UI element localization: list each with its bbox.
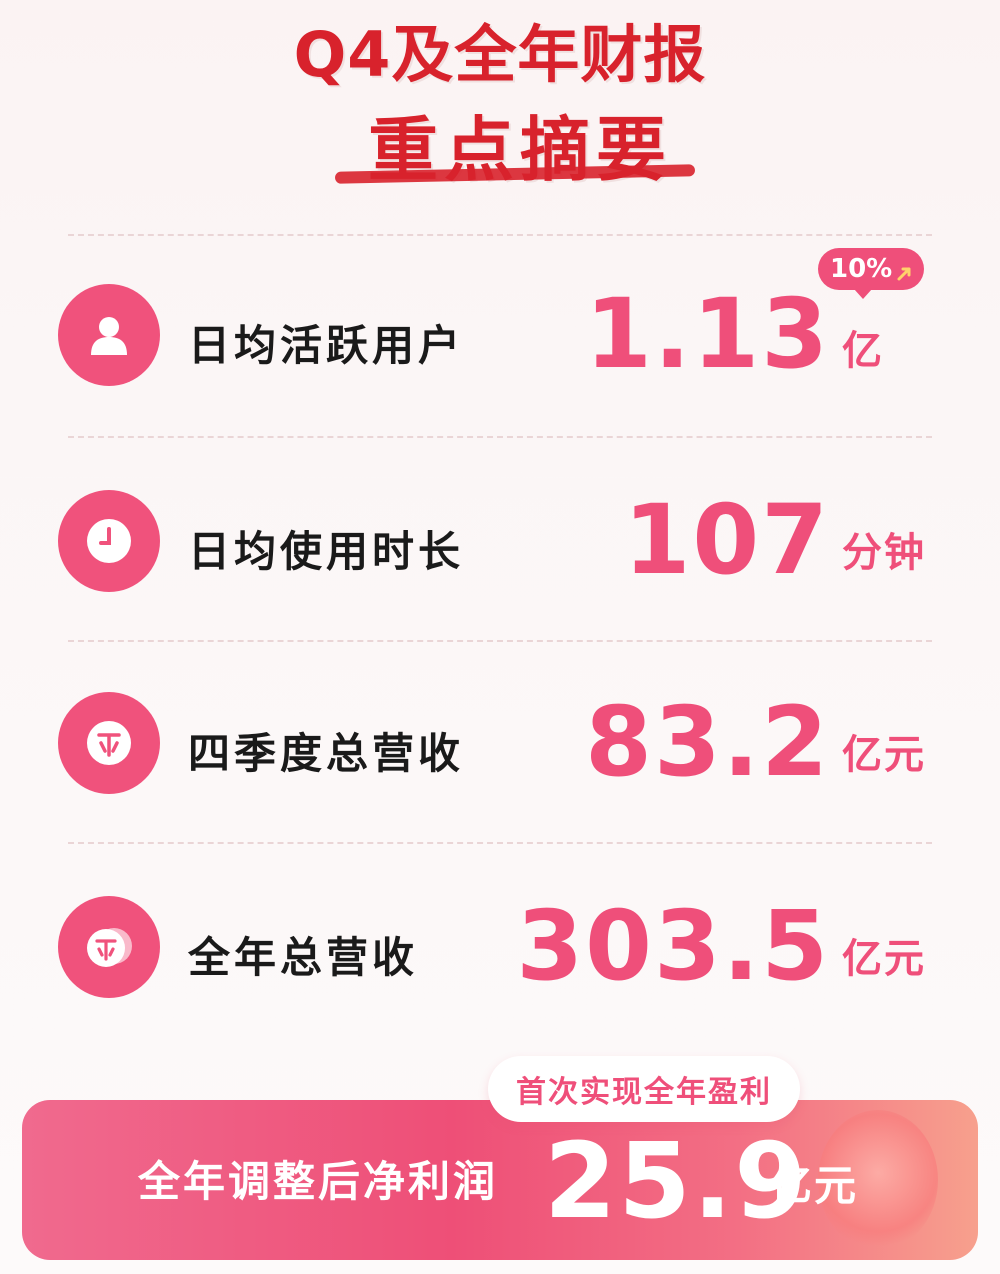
divider (68, 234, 932, 236)
user-icon (58, 284, 160, 386)
metric-unit-dau: 亿 (842, 328, 884, 374)
divider (68, 842, 932, 844)
clock-icon (58, 490, 160, 592)
metric-unit-usage: 分钟 (842, 530, 926, 576)
growth-badge-value: 10% (830, 254, 893, 284)
metric-value-q4-revenue: 83.2 (585, 686, 830, 798)
arrow-up-icon (896, 260, 914, 281)
metric-label-annual-revenue: 全年总营收 (188, 933, 419, 982)
profit-unit: 亿元 (770, 1161, 859, 1210)
metric-label-q4-revenue: 四季度总营收 (188, 729, 465, 778)
metric-unit-annual-revenue: 亿元 (842, 936, 926, 982)
title-line1: Q4及全年财报 (293, 18, 707, 91)
metric-label-usage: 日均使用时长 (188, 527, 465, 576)
metric-value-annual-revenue: 303.5 (516, 890, 830, 1002)
divider (68, 436, 932, 438)
metric-label-dau: 日均活跃用户 (188, 321, 465, 370)
profit-tag: 首次实现全年盈利 (488, 1056, 800, 1122)
divider (68, 640, 932, 642)
profit-value: 25.9 (544, 1120, 809, 1242)
coin-icon (58, 692, 160, 794)
profit-label: 全年调整后净利润 (138, 1157, 499, 1206)
growth-badge: 10% (818, 248, 925, 299)
metric-unit-q4-revenue: 亿元 (842, 732, 926, 778)
metric-value-usage: 107 (623, 484, 830, 596)
coins-icon (58, 896, 160, 998)
metric-value-dau: 1.13 (585, 278, 830, 390)
